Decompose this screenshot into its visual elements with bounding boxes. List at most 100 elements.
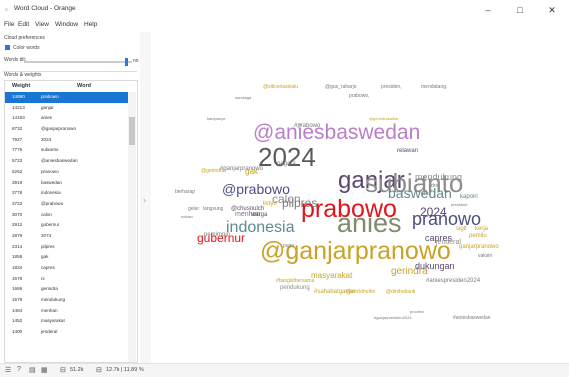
cloud-word[interactable]: relawan [397, 148, 418, 154]
table-scrollbar[interactable] [128, 92, 136, 362]
cloud-word[interactable]: erick [421, 192, 432, 197]
table-row[interactable]: 3070 calon [5, 210, 129, 221]
cloud-word[interactable]: @aniesbaswedan [253, 122, 420, 143]
table-row[interactable]: 14213 ganjar [5, 103, 129, 114]
cloud-word[interactable]: @gerindrakalbar [369, 117, 399, 121]
cloud-word[interactable]: @gerindra [201, 169, 224, 174]
cloud-word[interactable]: kapolri [460, 194, 478, 200]
cloud-word[interactable]: ganjarpranowo [459, 244, 499, 250]
table-scrollbar-thumb[interactable] [129, 117, 135, 145]
table-row[interactable]: 1666 gerindra [5, 284, 129, 295]
table-row[interactable]: 1858 gak [5, 252, 129, 263]
cloud-word[interactable]: @gus_raharjo [325, 85, 356, 90]
cloud-word[interactable]: @siticeriaselalu [263, 85, 298, 90]
cloud-word[interactable]: sigit [456, 226, 467, 232]
cloud-word[interactable]: & [422, 176, 427, 183]
maximize-button[interactable]: □ [508, 3, 532, 17]
cloud-word[interactable]: #ganjarpranowo [220, 166, 263, 172]
word-cell: capres [41, 265, 55, 270]
help-icon[interactable]: ? [17, 366, 21, 373]
table-row[interactable]: 2912 gubernur [5, 220, 129, 231]
data-input-icon: ⊟ [60, 367, 66, 374]
table-row[interactable]: 1834 capres [5, 263, 129, 274]
cloud-word[interactable]: pemilu [469, 233, 487, 239]
data-output-count: 12.7k | 11.89 % [106, 367, 144, 373]
table-row[interactable]: 7776 subianto [5, 145, 129, 156]
weight-cell: 1666 [12, 286, 23, 292]
table-row[interactable]: 1678 ni [5, 274, 129, 285]
table-row[interactable]: 14890 prabowo [5, 92, 129, 103]
cloud-word[interactable]: sandiaga [235, 96, 251, 100]
cloud-word[interactable]: #bangkitbersama [276, 279, 314, 284]
collapse-panel-icon[interactable]: › [143, 195, 146, 205]
words-tilt-slider[interactable] [24, 61, 132, 63]
cloud-word[interactable]: kampanye [207, 117, 225, 121]
cloud-word[interactable]: negara [277, 161, 296, 167]
cloud-word[interactable]: pendukung [280, 285, 310, 291]
cloud-word[interactable]: mendatang, [421, 85, 447, 90]
table-row[interactable]: 1464 menhan [5, 306, 129, 317]
report-icon[interactable]: ▤ [29, 366, 36, 374]
table-row[interactable]: 1579 mendukung [5, 295, 129, 306]
table-row[interactable]: 3722 @prabowo [5, 199, 129, 210]
word-cell: ni [41, 275, 45, 281]
menu-help[interactable]: Help [84, 21, 97, 28]
cloud-word[interactable]: warga [251, 212, 267, 218]
close-button[interactable]: ✕ [540, 3, 564, 17]
cloud-word[interactable]: 2024 [420, 206, 447, 218]
cloud-word[interactable]: vaksin [478, 254, 492, 259]
menu-view[interactable]: View [35, 21, 49, 28]
words-weights-table[interactable]: Weight Word 14890 prabowo 14213 ganjar 14163… [4, 80, 138, 363]
cloud-word[interactable]: baswedan [388, 186, 452, 200]
weight-cell: 3070 [12, 211, 23, 217]
cloud-word[interactable]: pemimpin [204, 232, 230, 238]
cloud-word[interactable]: provinsi [410, 310, 424, 314]
cloud-word[interactable]: prabowo, [349, 94, 370, 99]
word-column-header[interactable]: Word [77, 81, 91, 91]
save-image-icon[interactable]: ▦ [41, 366, 48, 374]
cloud-word[interactable]: langsung [203, 207, 223, 212]
table-row[interactable]: 5723 @aniesbaswedan [5, 156, 129, 167]
table-row[interactable]: 14163 anies [5, 113, 129, 124]
cloud-word[interactable]: president [451, 203, 467, 207]
menu-window[interactable]: Window [55, 21, 78, 28]
table-row[interactable]: 2314 pilpres [5, 242, 129, 253]
cloud-word[interactable]: anies [337, 210, 402, 237]
cloud-word[interactable]: puan [283, 244, 294, 249]
cloud-word[interactable]: kerja [475, 226, 488, 232]
cloud-word[interactable]: pilpres [282, 197, 317, 209]
color-words-checkbox[interactable] [5, 45, 10, 50]
menu-file[interactable]: File [4, 21, 14, 28]
cloud-word[interactable]: @dinihrdianti [386, 290, 415, 295]
table-row[interactable]: 3919 baswedan [5, 178, 129, 189]
weight-cell: 1464 [12, 307, 23, 313]
table-row[interactable]: 5262 pranowo [5, 167, 129, 178]
word-cell: @aniesbaswedan [41, 158, 78, 164]
cloud-word[interactable]: listyo [263, 201, 277, 207]
cloud-word[interactable]: #ganjarpresiden2024 [374, 316, 412, 320]
cloud-word[interactable]: @ericktholhir [346, 290, 375, 295]
cloud-word[interactable]: #aniesbaswedan [453, 316, 491, 321]
cloud-word[interactable]: masyarakat [311, 272, 352, 280]
cloud-word[interactable]: gelar [188, 207, 199, 212]
cloud-word[interactable]: ridwan [181, 215, 193, 219]
table-row[interactable]: 1400 jenderal [5, 327, 129, 338]
weight-column-header[interactable]: Weight [12, 81, 30, 91]
table-row[interactable]: 7927 2024 [5, 135, 129, 146]
cloud-word[interactable]: dukungan [415, 262, 455, 271]
cloud-word[interactable]: #aniespresiden2024 [426, 278, 480, 284]
table-row[interactable]: 3778 indonesia [5, 188, 129, 199]
cloud-word[interactable]: #prabowo [294, 123, 320, 129]
menu-edit[interactable]: Edit [18, 21, 29, 28]
table-row[interactable]: 2879 2074 [5, 231, 129, 242]
minimize-button[interactable]: – [476, 3, 500, 17]
table-row[interactable]: 1452 masyarakat [5, 316, 129, 327]
table-row[interactable]: 8732 @ganjarpranowo [5, 124, 129, 135]
cloud-word[interactable]: drs. [431, 184, 439, 189]
cloud-word[interactable]: jenderal [436, 239, 461, 246]
words-tilt-slider-thumb[interactable] [125, 58, 128, 66]
menu-icon[interactable]: ☰ [5, 366, 11, 374]
cloud-word[interactable]: berharap [175, 190, 195, 195]
title-bar: ◦ Word Cloud - Orange – □ ✕ [0, 0, 569, 20]
cloud-word[interactable]: presiden, [381, 85, 402, 90]
